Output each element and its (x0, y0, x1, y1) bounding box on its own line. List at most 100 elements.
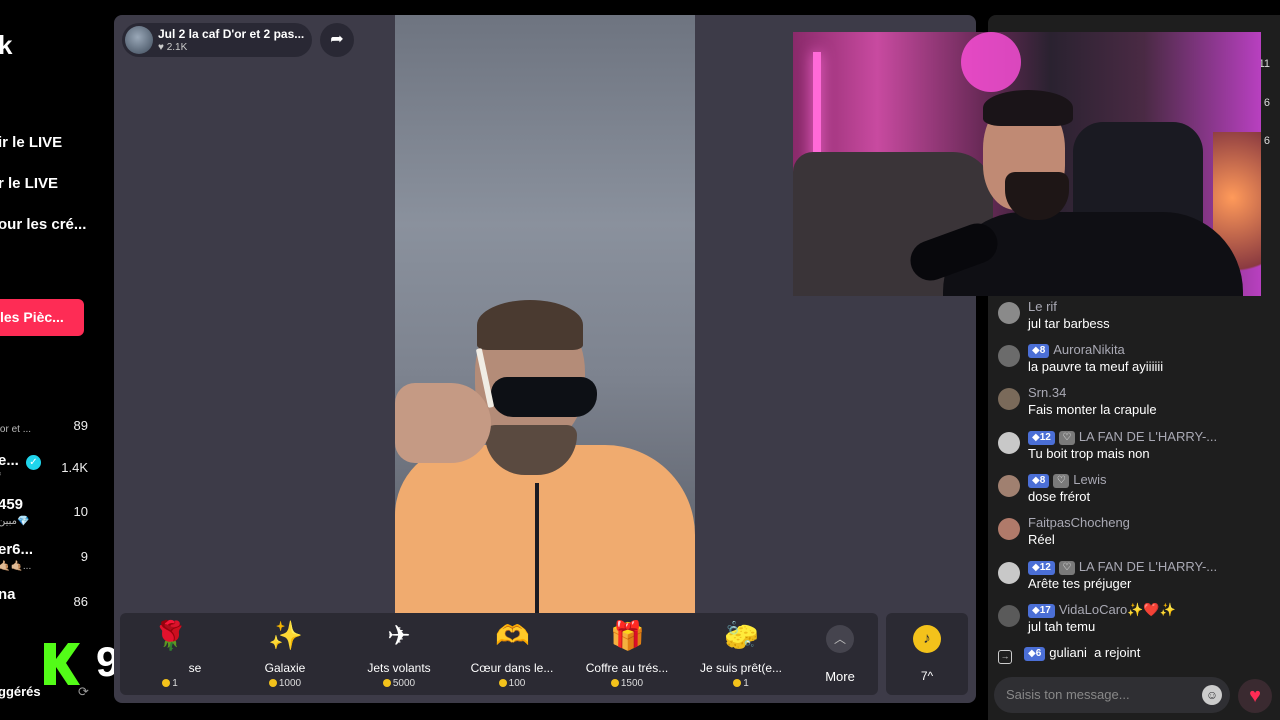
share-button[interactable]: ➦ (320, 23, 354, 57)
chat-input-placeholder: Saisis ton message... (1006, 687, 1130, 702)
emoji-icon[interactable]: ☺ (1202, 685, 1222, 705)
chat-username[interactable]: FaitpasChocheng (1028, 515, 1258, 530)
chat-message[interactable]: ◆8 AuroraNikita la pauvre ta meuf ayiiiii… (998, 342, 1258, 384)
more-gifts-button[interactable]: ︿ More (820, 625, 860, 684)
chat-text: Réel (1028, 532, 1055, 547)
level-value: 8 (1039, 345, 1046, 356)
ranking-name: er6... (0, 541, 34, 558)
person-hand (395, 383, 491, 463)
chat-message[interactable]: Srn.34 Fais monter la crapule (998, 385, 1258, 427)
ranking-item[interactable]: e... ✓ f 1.4K (0, 452, 92, 492)
chat-username[interactable]: ◆8 AuroraNikita (1028, 342, 1258, 358)
chat-username[interactable]: Le rif (1028, 299, 1258, 314)
gift-jets-volants[interactable]: ✈ Jets volants 5000 (349, 619, 449, 689)
avatar[interactable] (998, 562, 1020, 584)
rose-icon: 🌹 (153, 620, 188, 651)
chat-username[interactable]: Srn.34 (1028, 385, 1258, 400)
avatar[interactable] (998, 432, 1020, 454)
chat-username[interactable]: ◆17 VidaLoCaro✨❤️✨ (1028, 602, 1258, 618)
streamer-webcam (793, 32, 1261, 296)
person-glasses (491, 377, 597, 417)
treasure-chest-icon: 🎁 (610, 620, 645, 651)
gift-galaxie[interactable]: ✨ Galaxie 1000 (235, 619, 335, 689)
sidebar-link-creators[interactable]: our les cré... (0, 216, 86, 233)
gift-price-value: 1500 (620, 678, 644, 689)
app-logo[interactable]: k (0, 30, 12, 61)
gift-name: Jets volants (367, 661, 431, 675)
ranking-name: na (0, 586, 16, 603)
sidebar-link-live-2[interactable]: r le LIVE (0, 175, 58, 192)
get-coins-button[interactable]: les Pièc... (0, 299, 84, 336)
join-username[interactable]: guliani (1049, 645, 1087, 660)
username-text: LA FAN DE L'HARRY-... (1078, 429, 1218, 444)
gift-name: Je suis prêt(e... (699, 661, 783, 675)
coins-balance-button[interactable]: ♪ 7^ (886, 613, 968, 695)
gift-coffre[interactable]: 🎁 Coffre au trés... 1500 (577, 619, 677, 689)
lamp (961, 32, 1021, 92)
level-badge: ◆6 (1024, 647, 1046, 661)
jets-icon: ✈ (387, 620, 411, 651)
chat-text: la pauvre ta meuf ayiiiiii (1028, 359, 1164, 374)
heart-icon: ♥ (1249, 685, 1261, 707)
gift-name: Cœur dans le... (470, 661, 554, 675)
level-badge: ◆8 (1028, 474, 1050, 488)
live-video[interactable] (395, 15, 695, 613)
chat-message[interactable]: ◆8 ♡ Lewis dose frérot (998, 472, 1258, 514)
streamer-hair (983, 90, 1073, 126)
gift-price: 100 (462, 678, 562, 689)
ranking-item[interactable]: 459 مبين💎 10 (0, 496, 92, 536)
gift-je-suis-pret[interactable]: 🧽 Je suis prêt(e... 1 (691, 619, 791, 689)
chat-message[interactable]: FaitpasChocheng Réel (998, 515, 1258, 557)
level-badge: ◆8 (1028, 344, 1050, 358)
chat-message[interactable]: ◆17 VidaLoCaro✨❤️✨ jul tah temu (998, 602, 1258, 644)
join-notice: → ◆6 guliani a rejoint (998, 645, 1140, 664)
ranking-sub: 'or et ... (0, 424, 32, 435)
username-text: VidaLoCaro✨❤️✨ (1058, 602, 1176, 617)
ranking-name: 459 (0, 496, 24, 513)
chat-input[interactable]: Saisis ton message... ☺ (994, 677, 1230, 713)
chat-message[interactable]: ◆12 ♡ LA FAN DE L'HARRY-... Tu boit trop m… (998, 429, 1258, 471)
avatar[interactable] (998, 475, 1020, 497)
gift-rose[interactable]: 🌹 se 1 (120, 619, 220, 689)
username-text: LA FAN DE L'HARRY-... (1078, 559, 1218, 574)
avatar[interactable] (998, 345, 1020, 367)
gift-price: 1 (691, 678, 791, 689)
avatar[interactable] (998, 605, 1020, 627)
jacket-zip (535, 483, 539, 613)
ranking-count: 86 (73, 594, 88, 609)
chat-message[interactable]: ◆12 ♡ LA FAN DE L'HARRY-... Arête tes préj… (998, 559, 1258, 601)
ranking-count: 9 (80, 549, 88, 564)
level-badge: ◆12 (1028, 561, 1055, 575)
avatar[interactable] (125, 26, 153, 54)
level-value: 6 (1035, 648, 1042, 659)
ranking-item[interactable]: na 86 (0, 586, 92, 626)
sidebar-link-live-1[interactable]: ir le LIVE (0, 134, 62, 151)
chat-username[interactable]: ◆8 ♡ Lewis (1028, 472, 1258, 488)
ranking-sub: 🤙🏼🤙🏼... (0, 561, 32, 572)
gift-price: 5000 (349, 678, 449, 689)
coin-icon (268, 679, 277, 687)
ranking-item[interactable]: 'or et ... 89 (0, 414, 92, 454)
gift-coeur[interactable]: 🫶 Cœur dans le... 100 (462, 619, 562, 689)
stream-title: Jul 2 la caf D'or et 2 pas... (158, 27, 305, 41)
coins-balance: 7^ (920, 669, 934, 683)
avatar[interactable] (998, 388, 1020, 410)
sponge-icon: 🧽 (724, 620, 759, 651)
level-badge: ◆12 (1028, 431, 1055, 445)
left-sidebar: k ir le LIVE r le LIVE our les cré... le… (0, 0, 108, 720)
chat-username[interactable]: ◆12 ♡ LA FAN DE L'HARRY-... (1028, 429, 1258, 445)
ranking-count: 10 (73, 504, 88, 519)
ranking-item[interactable]: er6... 🤙🏼🤙🏼... 9 (0, 541, 92, 581)
gift-price-value: 1000 (278, 678, 302, 689)
avatar[interactable] (998, 518, 1020, 540)
rank-number: 6 (1263, 97, 1270, 109)
like-button[interactable]: ♥ (1238, 679, 1272, 713)
join-text: a rejoint (1094, 645, 1141, 660)
username-text: FaitpasChocheng (1028, 515, 1130, 530)
chat-message[interactable]: Le rif jul tar barbess (998, 299, 1258, 341)
avatar[interactable] (998, 302, 1020, 324)
stream-info[interactable]: Jul 2 la caf D'or et 2 pas... ♥ 2.1K (122, 23, 312, 57)
verified-icon: ✓ (26, 455, 41, 470)
chat-text: jul tar barbess (1028, 316, 1110, 331)
chat-username[interactable]: ◆12 ♡ LA FAN DE L'HARRY-... (1028, 559, 1258, 575)
